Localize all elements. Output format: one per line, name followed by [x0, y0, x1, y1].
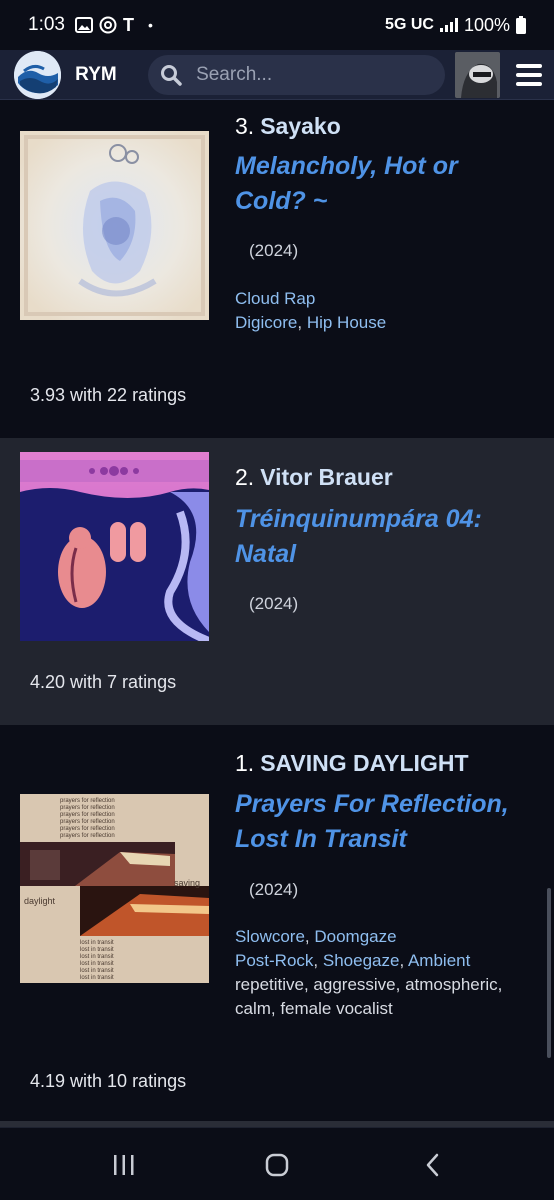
brand-label[interactable]: RYM — [75, 64, 138, 86]
release-year: (2024) — [249, 594, 299, 613]
svg-text:prayers for reflection: prayers for reflection — [60, 805, 115, 811]
album-cover-image[interactable] — [20, 131, 209, 320]
artist-link[interactable]: Sayako — [260, 113, 341, 139]
svg-text:prayers for reflection: prayers for reflection — [60, 819, 115, 825]
rating-summary: 3.93 with 22 ratings — [30, 385, 187, 405]
genre-link[interactable]: Post-Rock — [235, 951, 313, 970]
release-list: 3. Sayako Melancholy, Hot or Cold? ~ (202… — [0, 101, 554, 1127]
signal-icon — [439, 18, 458, 32]
entry-heading: 1. SAVING DAYLIGHT — [235, 750, 469, 777]
genre-list: Cloud Rap Digicore, Hip House — [235, 289, 387, 332]
search-icon — [161, 64, 182, 86]
svg-text:prayers for reflection: prayers for reflection — [60, 798, 115, 804]
list-item: 2. Vitor Brauer Tréinquinumpára 04: Natal… — [0, 438, 554, 725]
gallery-icon — [74, 17, 93, 33]
search-bar[interactable] — [148, 54, 446, 95]
recent-apps-button[interactable] — [104, 1150, 144, 1180]
list-item: prayers for reflection prayers for refle… — [0, 725, 554, 1127]
back-icon — [426, 1153, 439, 1177]
rank-number: 3. — [235, 113, 255, 139]
t-notification-icon: T — [122, 14, 134, 35]
system-nav-bar — [0, 1127, 554, 1200]
app-header: RYM — [0, 50, 554, 100]
genre-link[interactable]: Digicore — [235, 313, 297, 332]
rating-summary: 4.19 with 10 ratings — [30, 1071, 187, 1091]
genre-list: Slowcore, Doomgaze Post-Rock, Shoegaze, … — [235, 925, 535, 1021]
album-cover-image[interactable]: prayers for reflection prayers for refle… — [20, 794, 209, 983]
genre-link[interactable]: Shoegaze — [323, 951, 400, 970]
svg-text:lost in transit: lost in transit — [80, 968, 114, 974]
svg-text:lost in transit: lost in transit — [80, 954, 114, 960]
rym-logo-icon[interactable] — [14, 50, 62, 99]
svg-text:daylight: daylight — [24, 896, 56, 906]
recent-apps-icon — [114, 1155, 134, 1175]
svg-text:prayers for reflection: prayers for reflection — [60, 812, 115, 818]
album-title-link[interactable]: Melancholy, Hot or Cold? ~ — [235, 149, 535, 219]
svg-text:prayers for reflection: prayers for reflection — [60, 826, 115, 832]
album-title-link[interactable]: Prayers For Reflection, Lost In Transit — [235, 787, 535, 857]
rank-number: 2. — [235, 464, 255, 490]
battery-icon — [516, 16, 526, 34]
album-title-link[interactable]: Tréinquinumpára 04: Natal — [235, 502, 535, 572]
threads-icon — [99, 16, 117, 34]
svg-text:lost in transit: lost in transit — [80, 975, 114, 981]
home-icon — [265, 1153, 289, 1177]
home-button[interactable] — [257, 1150, 297, 1180]
genre-link[interactable]: Hip House — [307, 313, 386, 332]
status-bar: 1:03 T • 5G UC 100% — [0, 0, 554, 50]
entry-heading: 3. Sayako — [235, 113, 341, 140]
rank-number: 1. — [235, 750, 255, 776]
svg-text:lost in transit: lost in transit — [80, 961, 114, 967]
release-year: (2024) — [249, 880, 299, 899]
back-button[interactable] — [413, 1150, 453, 1180]
descriptor-list: repetitive, aggressive, atmospheric, cal… — [235, 975, 503, 1018]
scrollbar[interactable] — [547, 888, 551, 1058]
genre-link[interactable]: Cloud Rap — [235, 289, 315, 308]
avatar[interactable] — [455, 51, 501, 98]
network-label: 5G UC — [385, 16, 434, 33]
clock: 1:03 — [28, 14, 65, 35]
hamburger-menu-icon[interactable] — [516, 63, 542, 86]
rating-summary: 4.20 with 7 ratings — [30, 672, 177, 692]
album-cover-image[interactable] — [20, 452, 209, 641]
svg-text:saving: saving — [174, 878, 200, 888]
svg-text:lost in transit: lost in transit — [80, 947, 114, 953]
artist-link[interactable]: SAVING DAYLIGHT — [260, 750, 468, 776]
entry-heading: 2. Vitor Brauer — [235, 464, 393, 491]
genre-link[interactable]: Doomgaze — [314, 927, 396, 946]
genre-link[interactable]: Slowcore — [235, 927, 305, 946]
artist-link[interactable]: Vitor Brauer — [260, 464, 393, 490]
search-input[interactable] — [196, 63, 417, 86]
notification-dot: • — [147, 17, 153, 33]
release-year: (2024) — [249, 241, 299, 260]
svg-text:prayers for reflection: prayers for reflection — [60, 833, 115, 839]
svg-text:lost in transit: lost in transit — [80, 940, 114, 946]
battery-label: 100% — [463, 14, 510, 35]
genre-link[interactable]: Ambient — [408, 951, 470, 970]
list-item: 3. Sayako Melancholy, Hot or Cold? ~ (202… — [0, 101, 554, 438]
